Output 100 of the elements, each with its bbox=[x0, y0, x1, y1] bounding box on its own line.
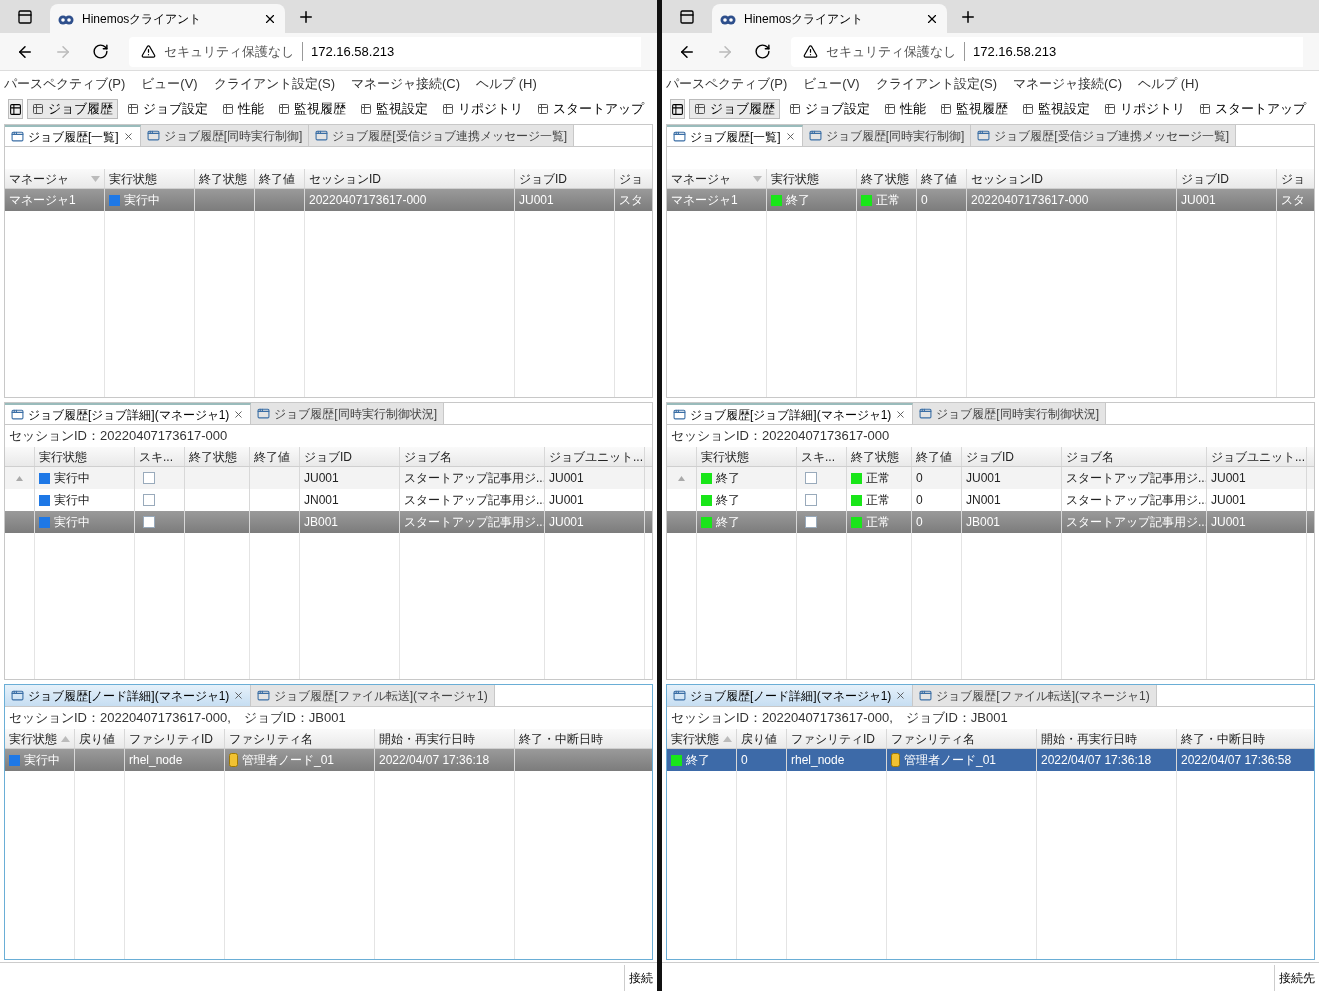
column-header[interactable]: ジョブユニット... bbox=[1211, 447, 1305, 466]
column-header[interactable]: 実行状態 bbox=[771, 169, 819, 188]
perspective-button[interactable]: ジョブ履歴 bbox=[689, 99, 780, 119]
column-header[interactable]: スキ... bbox=[801, 447, 835, 466]
view-tab[interactable]: ジョブ履歴[ジョブ詳細](マネージャ1) bbox=[667, 403, 914, 424]
column-header[interactable]: ジョ bbox=[1281, 169, 1305, 188]
view-tab[interactable]: ジョブ履歴[一覧] bbox=[5, 125, 141, 146]
table-row[interactable]: 終了 正常 0 JU001 スタートアップ記事用ジ... JU001 bbox=[667, 467, 1314, 489]
table-row[interactable]: 終了 正常 0 JB001 スタートアップ記事用ジ... JU001 bbox=[667, 511, 1314, 533]
column-header[interactable]: ジョブID bbox=[304, 447, 352, 466]
column-header[interactable]: ファシリティID bbox=[129, 729, 213, 748]
perspective-button[interactable]: 性能 bbox=[879, 99, 931, 119]
perspective-button[interactable]: 監視設定 bbox=[1017, 99, 1095, 119]
menu-item[interactable]: マネージャ接続(C) bbox=[351, 73, 461, 94]
column-header[interactable]: 終了値 bbox=[254, 447, 290, 466]
view-tab[interactable]: ジョブ履歴[受信ジョブ連携メッセージ一覧] bbox=[971, 125, 1236, 146]
column-header[interactable]: 戻り値 bbox=[741, 729, 777, 748]
perspective-button[interactable]: スタートアップ bbox=[532, 99, 649, 119]
column-header[interactable]: ジョブユニット... bbox=[549, 447, 643, 466]
perspective-button[interactable]: ジョブ設定 bbox=[122, 99, 213, 119]
column-header[interactable]: ジョブID bbox=[966, 447, 1014, 466]
column-header[interactable]: 開始・再実行日時 bbox=[1041, 729, 1137, 748]
column-header[interactable]: ジョブ名 bbox=[404, 447, 452, 466]
menu-item[interactable]: ヘルプ (H) bbox=[476, 73, 537, 94]
view-tab[interactable]: ジョブ履歴[ジョブ詳細](マネージャ1) bbox=[5, 403, 252, 424]
column-header[interactable]: ファシリティ名 bbox=[891, 729, 975, 748]
browser-tab[interactable]: Hinemosクライアント bbox=[712, 4, 947, 33]
column-header[interactable]: 終了値 bbox=[921, 169, 957, 188]
column-header[interactable]: 実行状態 bbox=[9, 729, 57, 748]
perspective-button[interactable]: スタートアップ bbox=[1194, 99, 1311, 119]
tab-actions-icon[interactable] bbox=[679, 8, 695, 25]
view-tab[interactable]: ジョブ履歴[一覧] bbox=[667, 125, 803, 146]
menu-item[interactable]: マネージャ接続(C) bbox=[1013, 73, 1123, 94]
checkbox[interactable] bbox=[805, 472, 817, 484]
column-header[interactable]: スキ... bbox=[139, 447, 173, 466]
column-header[interactable]: 戻り値 bbox=[79, 729, 115, 748]
checkbox[interactable] bbox=[805, 494, 817, 506]
column-header[interactable]: 実行状態 bbox=[39, 447, 87, 466]
reload-icon[interactable] bbox=[754, 43, 771, 60]
view-tab[interactable]: ジョブ履歴[同時実行制御状況] bbox=[251, 403, 444, 424]
table-row[interactable]: マネージャ1 終了 正常 0 20220407173617-000 JU001 スタ bbox=[667, 189, 1314, 211]
view-tab[interactable]: ジョブ履歴[同時実行制御] bbox=[140, 125, 310, 146]
perspective-button[interactable]: 監視履歴 bbox=[935, 99, 1013, 119]
column-header[interactable]: ジョブID bbox=[1181, 169, 1229, 188]
checkbox[interactable] bbox=[143, 472, 155, 484]
checkbox[interactable] bbox=[143, 516, 155, 528]
perspective-button[interactable]: 性能 bbox=[217, 99, 269, 119]
menu-item[interactable]: パースペクティブ(P) bbox=[666, 73, 788, 94]
reload-icon[interactable] bbox=[92, 43, 109, 60]
column-header[interactable]: セッションID bbox=[971, 169, 1043, 188]
menu-item[interactable]: ビュー(V) bbox=[803, 73, 860, 94]
menu-item[interactable]: クライアント設定(S) bbox=[875, 73, 998, 94]
perspective-button[interactable]: ジョブ設定 bbox=[784, 99, 875, 119]
checkbox[interactable] bbox=[143, 494, 155, 506]
view-tab[interactable]: ジョブ履歴[ファイル転送](マネージャ1) bbox=[251, 685, 495, 706]
view-tab[interactable]: ジョブ履歴[ファイル転送](マネージャ1) bbox=[913, 685, 1157, 706]
menu-item[interactable]: パースペクティブ(P) bbox=[4, 73, 126, 94]
column-header[interactable]: 終了値 bbox=[916, 447, 952, 466]
view-tab[interactable]: ジョブ履歴[ノード詳細](マネージャ1) bbox=[667, 685, 914, 706]
browser-tab[interactable]: Hinemosクライアント bbox=[50, 4, 285, 33]
column-header[interactable]: ジョブ名 bbox=[1066, 447, 1114, 466]
column-header[interactable]: 終了状態 bbox=[861, 169, 909, 188]
column-header[interactable]: ジョ bbox=[619, 169, 643, 188]
column-header[interactable]: セッションID bbox=[309, 169, 381, 188]
view-icon bbox=[11, 689, 24, 702]
column-header[interactable]: ファシリティID bbox=[791, 729, 875, 748]
column-header[interactable]: 終了状態 bbox=[189, 447, 237, 466]
column-header[interactable]: 開始・再実行日時 bbox=[379, 729, 475, 748]
open-perspective-button[interactable] bbox=[8, 99, 23, 119]
column-header[interactable]: 終了・中断日時 bbox=[519, 729, 603, 748]
column-header[interactable]: 終了状態 bbox=[199, 169, 247, 188]
column-header[interactable]: 実行状態 bbox=[109, 169, 157, 188]
perspective-button[interactable]: ジョブ履歴 bbox=[27, 99, 118, 119]
column-header[interactable]: マネージャ bbox=[9, 169, 69, 188]
perspective-button[interactable]: リポジトリ bbox=[1099, 99, 1190, 119]
column-header[interactable]: マネージャ bbox=[671, 169, 731, 188]
open-perspective-button[interactable] bbox=[670, 99, 685, 119]
view-tab[interactable]: ジョブ履歴[同時実行制御] bbox=[802, 125, 972, 146]
view-tab[interactable]: ジョブ履歴[同時実行制御状況] bbox=[913, 403, 1106, 424]
view-tab[interactable]: ジョブ履歴[ノード詳細](マネージャ1) bbox=[5, 685, 252, 706]
column-header[interactable]: 実行状態 bbox=[701, 447, 749, 466]
column-header[interactable]: ジョブID bbox=[519, 169, 567, 188]
perspective-button[interactable]: リポジトリ bbox=[437, 99, 528, 119]
column-header[interactable]: 終了・中断日時 bbox=[1181, 729, 1265, 748]
tab-actions-icon[interactable] bbox=[17, 8, 33, 25]
view-tab[interactable]: ジョブ履歴[受信ジョブ連携メッセージ一覧] bbox=[309, 125, 574, 146]
table-row[interactable]: 実行中 JU001 スタートアップ記事用ジ... JU001 bbox=[5, 467, 652, 489]
perspective-button[interactable]: 監視履歴 bbox=[273, 99, 351, 119]
address-field[interactable]: セキュリティ保護なし 172.16.58.213 bbox=[129, 36, 641, 67]
menu-item[interactable]: ヘルプ (H) bbox=[1138, 73, 1199, 94]
perspective-button[interactable]: 監視設定 bbox=[355, 99, 433, 119]
column-header[interactable]: 終了値 bbox=[259, 169, 295, 188]
menu-item[interactable]: ビュー(V) bbox=[141, 73, 198, 94]
column-header[interactable]: ファシリティ名 bbox=[229, 729, 313, 748]
menu-item[interactable]: クライアント設定(S) bbox=[213, 73, 336, 94]
checkbox[interactable] bbox=[805, 516, 817, 528]
column-header[interactable]: 実行状態 bbox=[671, 729, 719, 748]
column-header[interactable]: 終了状態 bbox=[851, 447, 899, 466]
table-row[interactable]: 終了 0 rhel_node 管理者ノード_01 2022/04/07 17:36:18 2022/04/07 17:36:58 bbox=[667, 749, 1314, 771]
address-field[interactable]: セキュリティ保護なし 172.16.58.213 bbox=[791, 36, 1303, 67]
